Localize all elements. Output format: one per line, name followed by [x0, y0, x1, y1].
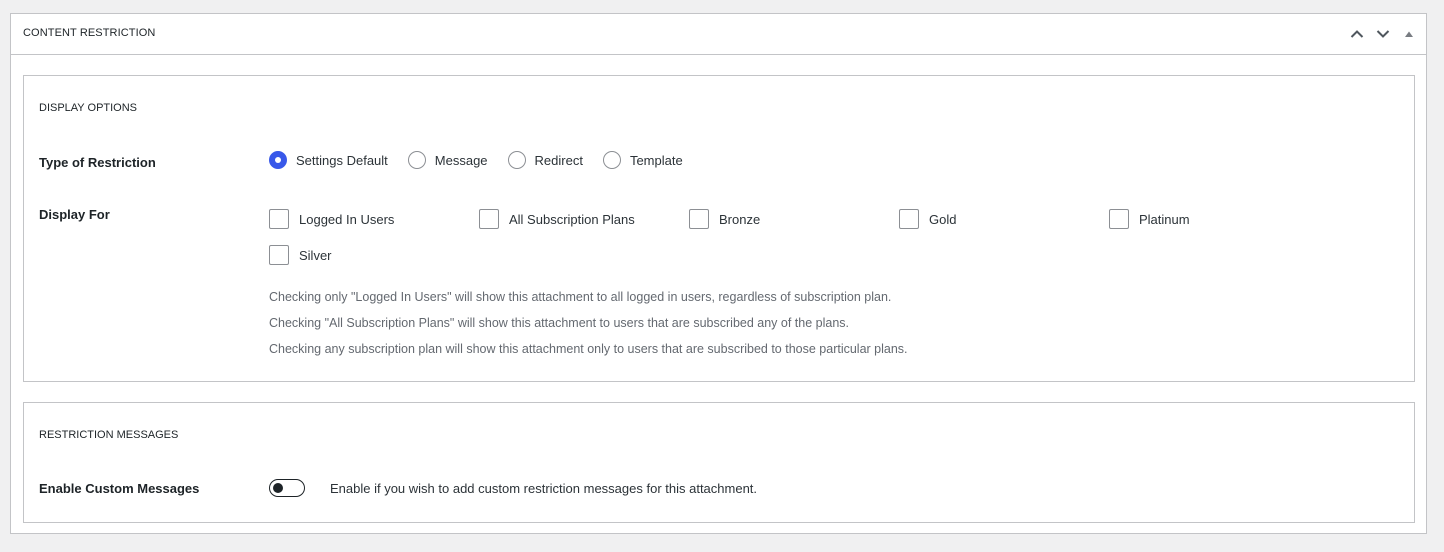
checkbox[interactable]	[269, 209, 289, 229]
enable-custom-messages-description: Enable if you wish to add custom restric…	[330, 481, 758, 496]
checkbox-label: All Subscription Plans	[509, 211, 635, 227]
help-text-specific-plans: Checking any subscription plan will show…	[269, 342, 908, 356]
restriction-type-radio-group: Settings Default Message Redirect Templa…	[269, 151, 703, 169]
checkbox-platinum[interactable]: Platinum	[1109, 209, 1190, 229]
move-down-button[interactable]	[1370, 24, 1396, 44]
checkbox-label: Silver	[299, 247, 332, 263]
restriction-messages-title: RESTRICTION MESSAGES	[39, 429, 179, 441]
checkbox-label: Logged In Users	[299, 211, 395, 227]
radio-label: Template	[629, 152, 683, 168]
checkbox-label: Platinum	[1139, 211, 1190, 227]
radio-button[interactable]	[407, 151, 426, 169]
radio-redirect[interactable]: Redirect	[507, 151, 583, 169]
checkbox[interactable]	[899, 209, 919, 229]
radio-button[interactable]	[507, 151, 526, 169]
display-options-section: DISPLAY OPTIONS Type of Restriction Sett…	[23, 75, 1415, 382]
checkbox-bronze[interactable]: Bronze	[689, 209, 760, 229]
checkbox-gold[interactable]: Gold	[899, 209, 956, 229]
toggle-knob	[273, 483, 283, 493]
type-of-restriction-label: Type of Restriction	[39, 155, 156, 170]
radio-button[interactable]	[269, 151, 287, 169]
enable-custom-messages-toggle[interactable]	[269, 479, 305, 497]
chevron-up-icon	[1350, 30, 1364, 38]
radio-label: Redirect	[534, 152, 583, 168]
restriction-messages-section: RESTRICTION MESSAGES Enable Custom Messa…	[23, 402, 1415, 523]
help-text-all-plans: Checking "All Subscription Plans" will s…	[269, 316, 849, 330]
radio-label: Settings Default	[296, 152, 388, 168]
checkbox[interactable]	[269, 245, 289, 265]
display-for-label: Display For	[39, 207, 110, 222]
radio-template[interactable]: Template	[602, 151, 683, 169]
display-options-title: DISPLAY OPTIONS	[39, 102, 138, 114]
enable-custom-messages-label: Enable Custom Messages	[39, 481, 200, 496]
radio-label: Message	[434, 152, 488, 168]
checkbox[interactable]	[1109, 209, 1129, 229]
radio-settings-default[interactable]: Settings Default	[269, 151, 388, 169]
checkbox[interactable]	[479, 209, 499, 229]
checkbox-silver[interactable]: Silver	[269, 245, 332, 265]
radio-message[interactable]: Message	[407, 151, 488, 169]
handle-actions	[1344, 24, 1422, 44]
chevron-down-icon	[1376, 30, 1390, 38]
checkbox-label: Gold	[929, 211, 957, 227]
move-up-button[interactable]	[1344, 24, 1370, 44]
toggle-panel-button[interactable]	[1396, 24, 1422, 44]
checkbox-all-subscription-plans[interactable]: All Subscription Plans	[479, 209, 635, 229]
checkbox[interactable]	[689, 209, 709, 229]
checkbox-label: Bronze	[719, 211, 761, 227]
metabox-title: CONTENT RESTRICTION	[23, 27, 156, 39]
help-text-logged-in: Checking only "Logged In Users" will sho…	[269, 290, 892, 304]
checkbox-logged-in-users[interactable]: Logged In Users	[269, 209, 394, 229]
metabox-header: CONTENT RESTRICTION	[11, 14, 1426, 55]
content-restriction-metabox: CONTENT RESTRICTION DISPLAY OPTIONS Type…	[10, 13, 1427, 534]
triangle-up-icon	[1405, 31, 1413, 37]
radio-button[interactable]	[602, 151, 621, 169]
